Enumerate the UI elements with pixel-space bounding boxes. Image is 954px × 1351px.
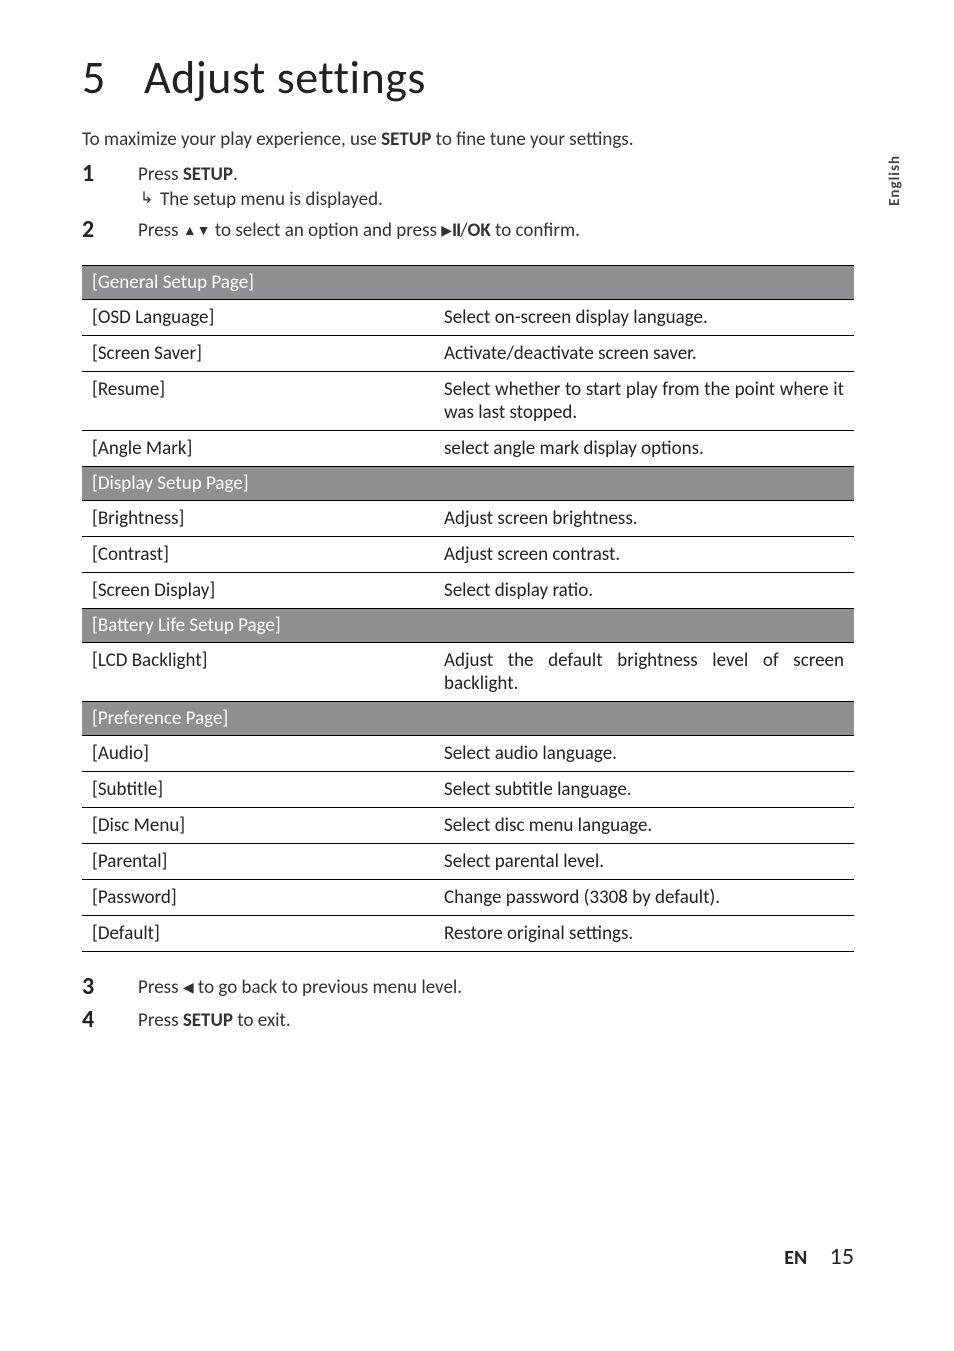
page-footer: EN 15 <box>784 1242 854 1271</box>
step-2: 2 Press ▲▼ to select an option and press… <box>82 217 854 243</box>
table-row: [Disc Menu]Select disc menu language. <box>82 808 854 844</box>
section-header-display: [Display Setup Page] <box>82 467 854 501</box>
step-3: 3 Press ◀ to go back to previous menu le… <box>82 974 854 1000</box>
table-row: [LCD Backlight]Adjust the default bright… <box>82 643 854 702</box>
table-row: [Brightness]Adjust screen brightness. <box>82 501 854 537</box>
table-row: [Resume]Select whether to start play fro… <box>82 372 854 431</box>
table-row: [Parental]Select parental level. <box>82 844 854 880</box>
left-triangle-icon: ◀ <box>183 979 194 996</box>
step-result: The setup menu is displayed. <box>160 188 383 211</box>
settings-table: [General Setup Page] [OSD Language]Selec… <box>82 265 854 952</box>
pause-icon: II <box>452 219 460 242</box>
table-row: [Subtitle]Select subtitle language. <box>82 772 854 808</box>
step-1: 1 Press SETUP. ↳ The setup menu is displ… <box>82 161 854 211</box>
section-header-battery: [Battery Life Setup Page] <box>82 609 854 643</box>
page-content: 5Adjust settings To maximize your play e… <box>0 0 954 1033</box>
intro-text: To maximize your play experience, use SE… <box>82 128 854 151</box>
language-tab: English <box>886 155 904 206</box>
up-triangle-icon: ▲ <box>183 222 197 239</box>
step-number: 2 <box>82 217 138 243</box>
table-row: [Screen Saver]Activate/deactivate screen… <box>82 336 854 372</box>
footer-page-number: 15 <box>830 1242 854 1271</box>
table-row: [Angle Mark]select angle mark display op… <box>82 431 854 467</box>
chapter-number: 5 <box>82 50 144 106</box>
table-row: [Screen Display]Select display ratio. <box>82 573 854 609</box>
chapter-heading: 5Adjust settings <box>82 50 854 106</box>
table-row: [OSD Language]Select on-screen display l… <box>82 300 854 336</box>
step-4: 4 Press SETUP to exit. <box>82 1007 854 1033</box>
section-header-general: [General Setup Page] <box>82 266 854 300</box>
table-row: [Default]Restore original settings. <box>82 916 854 952</box>
step-number: 3 <box>82 974 138 1000</box>
section-header-preference: [Preference Page] <box>82 702 854 736</box>
down-triangle-icon: ▼ <box>197 222 211 239</box>
step-number: 1 <box>82 161 138 187</box>
footer-lang: EN <box>784 1246 807 1270</box>
table-row: [Contrast]Adjust screen contrast. <box>82 537 854 573</box>
chapter-title: Adjust settings <box>144 50 426 106</box>
table-row: [Audio]Select audio language. <box>82 736 854 772</box>
result-arrow-icon: ↳ <box>138 188 160 210</box>
play-triangle-icon: ▶ <box>441 222 452 239</box>
table-row: [Password]Change password (3308 by defau… <box>82 880 854 916</box>
step-number: 4 <box>82 1007 138 1033</box>
